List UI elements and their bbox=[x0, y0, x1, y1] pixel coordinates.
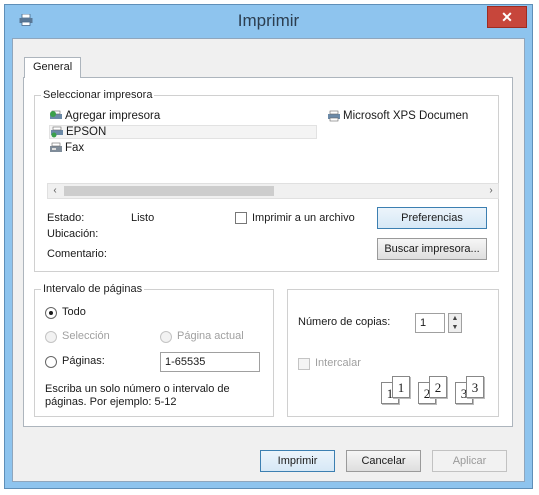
page-range-group-label: Intervalo de páginas bbox=[41, 283, 145, 295]
all-pages-radio[interactable] bbox=[45, 307, 57, 319]
scroll-right-icon[interactable]: › bbox=[484, 184, 498, 198]
printer-list[interactable]: Agregar impresora Microsoft XPS Documen bbox=[47, 108, 497, 173]
page-range-group: Intervalo de páginas Todo Selección Pági… bbox=[34, 283, 274, 417]
dialog-client-area: General Seleccionar impresora Agregar im… bbox=[12, 38, 525, 482]
title-bar[interactable]: Imprimir ✕ bbox=[5, 5, 532, 37]
collate-label[interactable]: Intercalar bbox=[315, 357, 361, 369]
print-button[interactable]: Imprimir bbox=[260, 450, 335, 472]
printer-item-label: Fax bbox=[65, 142, 85, 154]
page-range-hint-line1: Escriba un solo número o intervalo de bbox=[45, 383, 230, 395]
pages-radio[interactable] bbox=[45, 356, 57, 368]
printer-icon bbox=[51, 126, 63, 138]
printer-item-agregar[interactable]: Agregar impresora bbox=[49, 110, 160, 122]
printer-list-scrollbar[interactable]: ‹ › bbox=[47, 183, 499, 199]
current-page-radio[interactable] bbox=[160, 331, 172, 343]
status-value: Listo bbox=[131, 212, 155, 224]
copies-stepper[interactable]: ▲ ▼ bbox=[448, 313, 462, 333]
copies-group: Número de copias: 1 ▲ ▼ Intercalar 1 1 2… bbox=[287, 289, 499, 417]
status-label: Estado: bbox=[47, 212, 85, 224]
general-tab-panel: Seleccionar impresora Agregar impresora bbox=[23, 77, 513, 427]
collate-page: 3 bbox=[466, 376, 484, 398]
selection-radio[interactable] bbox=[45, 331, 57, 343]
printer-item-fax[interactable]: Fax bbox=[49, 142, 84, 154]
collate-page: 2 bbox=[429, 376, 447, 398]
copies-label: Número de copias: bbox=[298, 316, 391, 328]
window-title: Imprimir bbox=[237, 11, 300, 30]
all-pages-label[interactable]: Todo bbox=[62, 306, 86, 318]
page-range-hint-line2: páginas. Por ejemplo: 5-12 bbox=[45, 396, 177, 408]
printer-item-label: EPSON bbox=[66, 126, 107, 138]
find-printer-button[interactable]: Buscar impresora... bbox=[377, 238, 487, 260]
collate-checkbox[interactable] bbox=[298, 358, 310, 370]
preferences-button[interactable]: Preferencias bbox=[377, 207, 487, 229]
print-dialog-window: Imprimir ✕ General Seleccionar impresora… bbox=[4, 4, 533, 489]
collate-page: 1 bbox=[392, 376, 410, 398]
close-button[interactable]: ✕ bbox=[487, 6, 527, 28]
tab-general[interactable]: General bbox=[24, 57, 82, 78]
pages-label[interactable]: Páginas: bbox=[62, 355, 105, 367]
copies-input[interactable]: 1 bbox=[415, 313, 445, 333]
location-label: Ubicación: bbox=[47, 228, 99, 240]
chevron-up-icon[interactable]: ▲ bbox=[449, 314, 461, 323]
apply-button[interactable]: Aplicar bbox=[432, 450, 507, 472]
printer-item-epson[interactable]: EPSON bbox=[49, 125, 317, 139]
cancel-button[interactable]: Cancelar bbox=[346, 450, 421, 472]
comment-label: Comentario: bbox=[47, 248, 107, 260]
print-to-file-checkbox[interactable] bbox=[235, 212, 247, 224]
printer-item-xps[interactable]: Microsoft XPS Documen bbox=[327, 110, 468, 122]
fax-icon bbox=[50, 142, 62, 152]
current-page-label[interactable]: Página actual bbox=[177, 330, 244, 342]
printer-select-group-label: Seleccionar impresora bbox=[41, 89, 155, 101]
print-to-file-label[interactable]: Imprimir a un archivo bbox=[252, 212, 355, 224]
selection-label[interactable]: Selección bbox=[62, 330, 110, 342]
printer-item-label: Microsoft XPS Documen bbox=[343, 110, 469, 122]
add-printer-icon bbox=[50, 110, 62, 119]
printer-item-label: Agregar impresora bbox=[65, 110, 161, 122]
pages-range-input[interactable]: 1-65535 bbox=[160, 352, 260, 372]
chevron-down-icon[interactable]: ▼ bbox=[449, 323, 461, 332]
printer-select-group: Seleccionar impresora Agregar impresora bbox=[34, 89, 499, 272]
scroll-left-icon[interactable]: ‹ bbox=[48, 184, 62, 198]
scrollbar-thumb[interactable] bbox=[64, 186, 274, 196]
printer-icon bbox=[328, 110, 340, 122]
